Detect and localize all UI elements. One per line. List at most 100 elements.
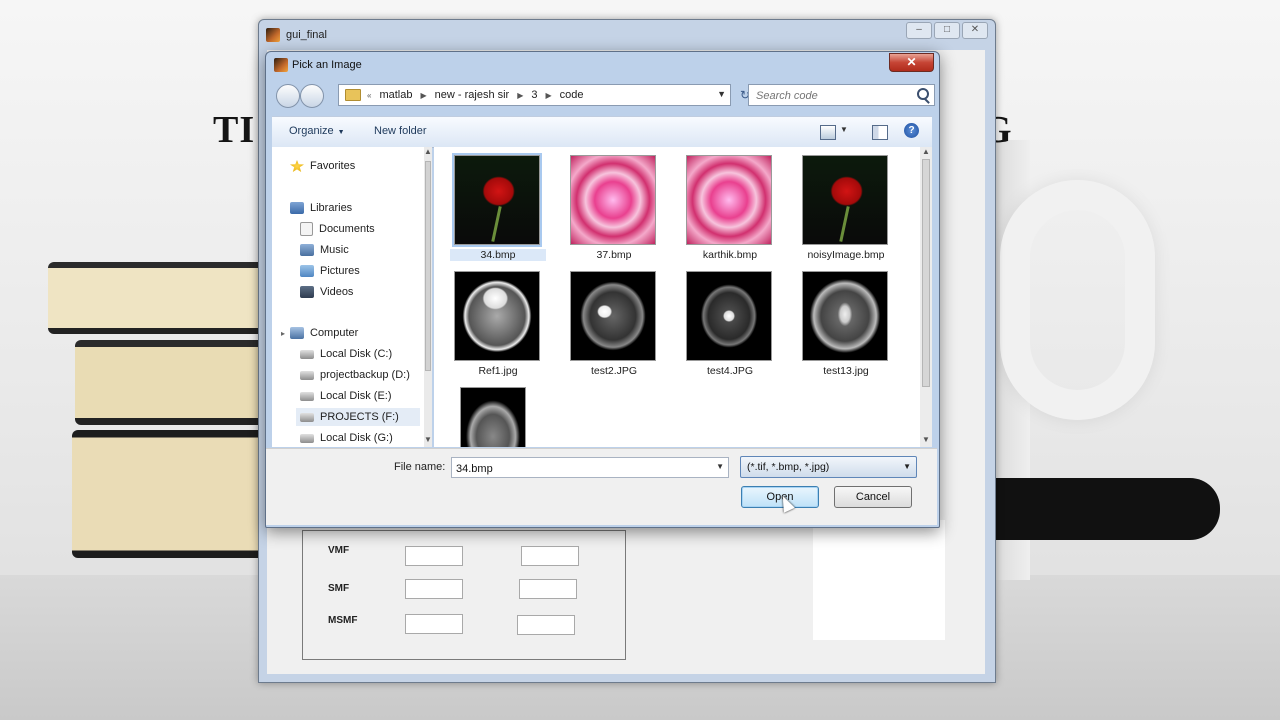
breadcrumb-overflow[interactable]: «: [367, 91, 371, 100]
breadcrumb-3[interactable]: 3: [531, 89, 537, 101]
breadcrumb-matlab[interactable]: matlab: [379, 89, 412, 101]
drive-icon: [300, 433, 314, 443]
smf-value-1-field[interactable]: [405, 579, 463, 599]
file-name-input[interactable]: [454, 459, 708, 478]
mri-image: [686, 271, 772, 361]
cancel-button[interactable]: Cancel: [834, 486, 912, 508]
background-glasses-case: [990, 478, 1220, 540]
background-mug-handle: [1000, 180, 1155, 420]
search-icon[interactable]: [917, 88, 929, 100]
tree-item-libraries[interactable]: Libraries: [290, 199, 352, 217]
mri-image: [454, 271, 540, 361]
expand-computer-icon[interactable]: ▸: [281, 329, 285, 338]
rose-image: [454, 155, 540, 245]
search-input[interactable]: [754, 86, 908, 106]
tree-item-drive-g[interactable]: Local Disk (G:): [300, 429, 393, 447]
smf-label: SMF: [328, 583, 350, 594]
file-name-label: karthik.bmp: [702, 249, 758, 261]
msmf-value-1-field[interactable]: [405, 614, 463, 634]
chevron-right-icon[interactable]: ▶: [420, 91, 426, 100]
dialog-titlebar: Pick an Image ✕: [266, 52, 939, 78]
chevron-down-icon[interactable]: ▼: [716, 462, 724, 471]
file-item[interactable]: test2.JPG: [566, 267, 662, 379]
mri-image: [460, 387, 526, 447]
scroll-up-icon[interactable]: ▲: [424, 147, 432, 156]
scroll-down-icon[interactable]: ▼: [920, 435, 932, 444]
tree-item-favorites[interactable]: Favorites: [290, 157, 355, 175]
libraries-icon: [290, 202, 304, 214]
tree-item-drive-d[interactable]: projectbackup (D:): [300, 366, 410, 384]
tree-item-drive-e[interactable]: Local Disk (E:): [300, 387, 392, 405]
tree-item-videos[interactable]: Videos: [300, 283, 353, 301]
gui-window-title: gui_final: [286, 29, 327, 41]
navigation-scroll-thumb[interactable]: [425, 161, 431, 371]
scroll-up-icon[interactable]: ▲: [920, 147, 932, 156]
preview-pane-icon[interactable]: [872, 125, 888, 140]
chevron-right-icon[interactable]: ▶: [517, 91, 523, 100]
vmf-value-1-field[interactable]: [405, 546, 463, 566]
smf-value-2-field[interactable]: [519, 579, 577, 599]
file-list-scrollbar[interactable]: ▲ ▼: [920, 147, 932, 447]
close-button[interactable]: ✕: [962, 22, 988, 39]
vmf-value-2-field[interactable]: [521, 546, 579, 566]
tree-item-drive-c[interactable]: Local Disk (C:): [300, 345, 392, 363]
forward-button[interactable]: [300, 84, 324, 108]
minimize-button[interactable]: –: [906, 22, 932, 39]
file-item[interactable]: 34.bmp: [450, 151, 546, 263]
tree-label-documents: Documents: [319, 223, 375, 235]
scroll-down-icon[interactable]: ▼: [424, 435, 432, 444]
tree-label-drive-e: Local Disk (E:): [320, 390, 392, 402]
change-view-icon[interactable]: [820, 125, 836, 140]
thumbnail: [686, 271, 772, 361]
file-item[interactable]: test4.JPG: [682, 267, 778, 379]
mri-image: [802, 271, 888, 361]
tree-label-libraries: Libraries: [310, 202, 353, 214]
thumbnail: [802, 271, 888, 361]
chevron-down-icon[interactable]: ▼: [903, 462, 911, 471]
chevron-right-icon[interactable]: ▶: [546, 91, 552, 100]
file-type-filter-select[interactable]: (*.tif, *.bmp, *.jpg) ▼: [740, 456, 917, 478]
drive-icon: [300, 370, 314, 380]
file-item[interactable]: test13.jpg: [798, 267, 894, 379]
tree-label-pictures: Pictures: [320, 265, 360, 277]
output-axes: [813, 520, 945, 640]
address-bar[interactable]: « matlab ▶ new - rajesh sir ▶ 3 ▶ code ▼: [338, 84, 731, 106]
file-item[interactable]: 37.bmp: [566, 151, 662, 263]
organize-button[interactable]: Organize ▼: [289, 125, 345, 137]
tree-item-pictures[interactable]: Pictures: [300, 262, 360, 280]
file-name-label: 34.bmp: [450, 249, 546, 261]
tree-item-drive-f[interactable]: PROJECTS (F:): [296, 408, 420, 426]
file-item[interactable]: noisyImage.bmp: [798, 151, 894, 263]
file-name-label: noisyImage.bmp: [807, 249, 885, 261]
flower-image: [570, 155, 656, 245]
tree-item-documents[interactable]: Documents: [300, 220, 375, 238]
file-name-combobox[interactable]: ▼: [451, 457, 729, 478]
new-folder-button[interactable]: New folder: [374, 125, 427, 137]
file-item[interactable]: [450, 383, 546, 447]
breadcrumb-code[interactable]: code: [560, 89, 584, 101]
address-dropdown-icon[interactable]: ▼: [717, 89, 726, 99]
help-icon[interactable]: ?: [904, 123, 919, 138]
file-name-label: test4.JPG: [706, 365, 754, 377]
pick-image-dialog: Pick an Image ✕ « matlab ▶ new - rajesh …: [265, 51, 940, 528]
tree-item-computer[interactable]: Computer: [290, 324, 358, 342]
file-name-field-label: File name:: [394, 461, 446, 473]
drive-icon: [300, 349, 314, 359]
dialog-close-button[interactable]: ✕: [889, 53, 934, 72]
breadcrumb-new-rajesh-sir[interactable]: new - rajesh sir: [435, 89, 510, 101]
thumbnail: [454, 271, 540, 361]
back-button[interactable]: [276, 84, 300, 108]
drive-icon: [300, 391, 314, 401]
file-name-label: test2.JPG: [590, 365, 638, 377]
file-item[interactable]: Ref1.jpg: [450, 267, 546, 379]
view-dropdown-icon[interactable]: ▼: [840, 125, 848, 134]
navigation-scrollbar[interactable]: ▲ ▼: [424, 147, 432, 447]
maximize-button[interactable]: □: [934, 22, 960, 39]
msmf-value-2-field[interactable]: [517, 615, 575, 635]
thumbnail: [802, 155, 888, 245]
background-title-left: TI: [213, 109, 256, 151]
tree-item-music[interactable]: Music: [300, 241, 349, 259]
search-box[interactable]: [748, 84, 935, 106]
file-list-scroll-thumb[interactable]: [922, 159, 930, 387]
file-item[interactable]: karthik.bmp: [682, 151, 778, 263]
